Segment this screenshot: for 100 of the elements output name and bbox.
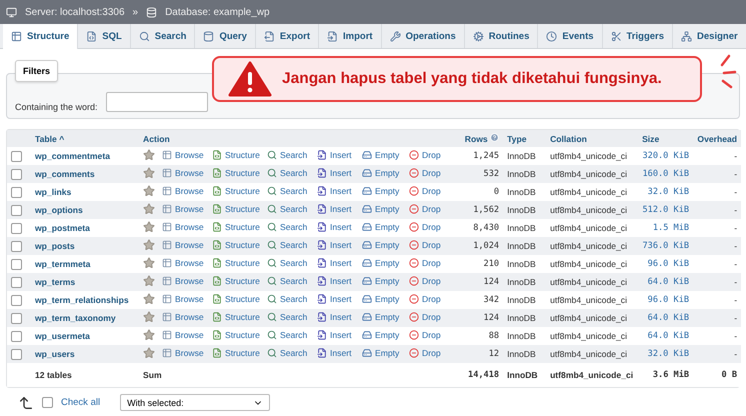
- size-link[interactable]: 512.0 KiB: [642, 205, 690, 215]
- table-name-link[interactable]: wp_posts: [35, 241, 75, 251]
- action-link[interactable]: Browse: [162, 294, 204, 304]
- action-link[interactable]: Drop: [409, 348, 441, 358]
- action-link[interactable]: Browse: [162, 258, 204, 268]
- action-link[interactable]: Insert: [317, 150, 352, 160]
- tab[interactable]: Triggers: [602, 24, 674, 48]
- table-name-link[interactable]: wp_postmeta: [35, 223, 90, 233]
- table-name-link[interactable]: wp_term_taxonomy: [35, 313, 116, 323]
- check-all-link[interactable]: Check all: [61, 397, 100, 408]
- action-link[interactable]: Search: [267, 204, 308, 214]
- action-link[interactable]: Structure: [212, 204, 260, 214]
- tab[interactable]: Export: [256, 24, 320, 48]
- action-link[interactable]: Search: [267, 348, 308, 358]
- action-link[interactable]: Structure: [212, 348, 260, 358]
- table-name-link[interactable]: wp_options: [35, 205, 83, 215]
- action-link[interactable]: Drop: [409, 222, 441, 232]
- action-link[interactable]: Drop: [409, 150, 441, 160]
- action-link[interactable]: Browse: [162, 150, 204, 160]
- size-link[interactable]: 96.0 KiB: [648, 259, 690, 269]
- server-link[interactable]: Server: localhost:3306: [25, 6, 125, 18]
- with-selected-dropdown[interactable]: With selected:: [120, 394, 270, 411]
- tab[interactable]: Query: [195, 24, 256, 48]
- action-link[interactable]: Structure: [212, 312, 260, 322]
- action-link[interactable]: Structure: [212, 150, 260, 160]
- table-name-link[interactable]: wp_users: [35, 349, 75, 359]
- action-link[interactable]: Insert: [317, 312, 352, 322]
- action-link[interactable]: Structure: [212, 168, 260, 178]
- action-link[interactable]: Drop: [409, 240, 441, 250]
- size-link[interactable]: 64.0 KiB: [648, 313, 690, 323]
- size-link[interactable]: 1.5 MiB: [652, 223, 690, 233]
- table-name-link[interactable]: wp_links: [35, 187, 72, 197]
- size-link[interactable]: 32.0 KiB: [648, 187, 690, 197]
- action-link[interactable]: Browse: [162, 348, 204, 358]
- action-link[interactable]: Insert: [317, 276, 352, 286]
- action-link[interactable]: Browse: [162, 168, 204, 178]
- action-link[interactable]: Insert: [317, 348, 352, 358]
- action-link[interactable]: Insert: [317, 294, 352, 304]
- tab[interactable]: Events: [538, 24, 603, 48]
- size-link[interactable]: 32.0 KiB: [648, 349, 690, 359]
- action-link[interactable]: Empty: [362, 276, 400, 286]
- action-link[interactable]: Drop: [409, 312, 441, 322]
- action-link[interactable]: Structure: [212, 240, 260, 250]
- action-link[interactable]: Insert: [317, 258, 352, 268]
- action-link[interactable]: Insert: [317, 222, 352, 232]
- table-name-link[interactable]: wp_commentmeta: [35, 151, 110, 161]
- size-column-header[interactable]: Size: [642, 134, 660, 144]
- action-link[interactable]: Insert: [317, 204, 352, 214]
- action-link[interactable]: Empty: [362, 186, 400, 196]
- action-link[interactable]: Empty: [362, 312, 400, 322]
- action-link[interactable]: Empty: [362, 150, 400, 160]
- size-link[interactable]: 736.0 KiB: [642, 241, 690, 251]
- action-link[interactable]: Browse: [162, 186, 204, 196]
- tab[interactable]: Import: [319, 24, 382, 48]
- action-link[interactable]: Empty: [362, 330, 400, 340]
- action-link[interactable]: Structure: [212, 222, 260, 232]
- table-name-link[interactable]: wp_comments: [35, 169, 95, 179]
- action-link[interactable]: Drop: [409, 168, 441, 178]
- size-link[interactable]: 320.0 KiB: [642, 151, 690, 161]
- action-link[interactable]: Drop: [409, 186, 441, 196]
- action-link[interactable]: Insert: [317, 330, 352, 340]
- action-link[interactable]: Insert: [317, 240, 352, 250]
- table-name-link[interactable]: wp_terms: [35, 277, 76, 287]
- action-link[interactable]: Browse: [162, 222, 204, 232]
- action-link[interactable]: Browse: [162, 312, 204, 322]
- action-link[interactable]: Drop: [409, 258, 441, 268]
- action-link[interactable]: Browse: [162, 240, 204, 250]
- action-link[interactable]: Empty: [362, 222, 400, 232]
- table-name-link[interactable]: wp_termmeta: [35, 259, 90, 269]
- action-link[interactable]: Search: [267, 150, 308, 160]
- action-link[interactable]: Search: [267, 276, 308, 286]
- action-link[interactable]: Insert: [317, 168, 352, 178]
- action-link[interactable]: Browse: [162, 330, 204, 340]
- action-link[interactable]: Empty: [362, 258, 400, 268]
- database-link[interactable]: Database: example_wp: [165, 6, 270, 18]
- table-name-link[interactable]: wp_term_relationships: [35, 295, 129, 305]
- action-link[interactable]: Insert: [317, 186, 352, 196]
- action-link[interactable]: Empty: [362, 240, 400, 250]
- action-link[interactable]: Empty: [362, 204, 400, 214]
- action-link[interactable]: Structure: [212, 186, 260, 196]
- action-link[interactable]: Drop: [409, 294, 441, 304]
- size-link[interactable]: 160.0 KiB: [642, 169, 690, 179]
- action-link[interactable]: Empty: [362, 294, 400, 304]
- size-link[interactable]: 64.0 KiB: [648, 277, 690, 287]
- tab[interactable]: Operations: [382, 24, 465, 48]
- table-column-header[interactable]: Table: [35, 134, 57, 144]
- action-link[interactable]: Search: [267, 186, 308, 196]
- action-link[interactable]: Drop: [409, 204, 441, 214]
- action-link[interactable]: Structure: [212, 276, 260, 286]
- action-link[interactable]: Browse: [162, 204, 204, 214]
- action-link[interactable]: Search: [267, 168, 308, 178]
- tab[interactable]: Search: [130, 24, 196, 48]
- action-link[interactable]: Browse: [162, 276, 204, 286]
- tab[interactable]: Structure: [3, 24, 78, 49]
- action-link[interactable]: Drop: [409, 276, 441, 286]
- action-link[interactable]: Structure: [212, 330, 260, 340]
- action-link[interactable]: Search: [267, 222, 308, 232]
- action-link[interactable]: Search: [267, 258, 308, 268]
- action-link[interactable]: Structure: [212, 258, 260, 268]
- action-link[interactable]: Search: [267, 312, 308, 322]
